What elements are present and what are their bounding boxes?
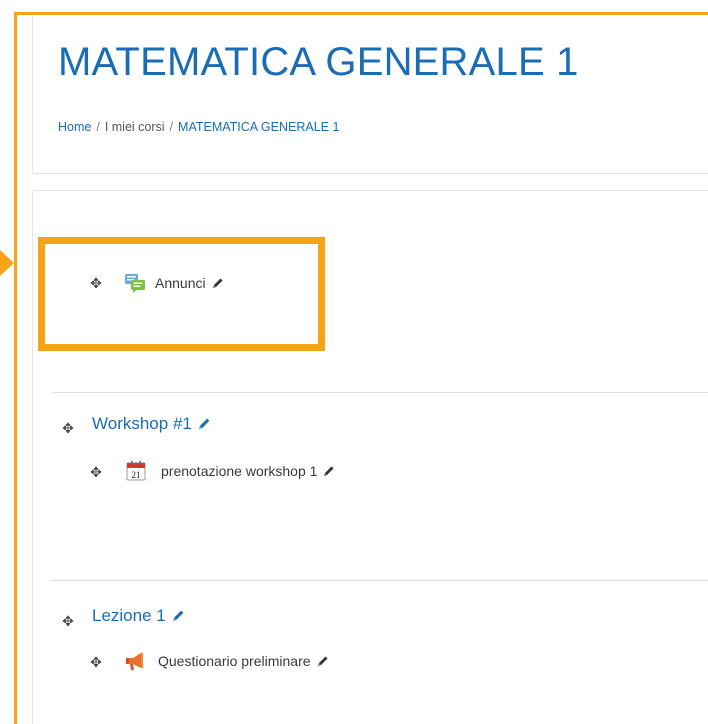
edit-pencil-icon[interactable]: [323, 465, 335, 477]
edit-pencil-icon[interactable]: [172, 609, 185, 622]
section-divider: [52, 580, 708, 581]
pointer-arrow: [0, 250, 14, 276]
calendar-icon: 21: [126, 461, 146, 481]
edit-pencil-icon[interactable]: [317, 655, 329, 667]
breadcrumb-separator: /: [169, 120, 174, 134]
highlight-frame-top: [14, 12, 708, 15]
activity-label: Questionario preliminare: [158, 653, 311, 669]
move-icon[interactable]: ✥: [61, 421, 75, 435]
move-icon[interactable]: ✥: [89, 465, 103, 479]
breadcrumb: Home / I miei corsi / MATEMATICA GENERALE 1: [58, 120, 339, 134]
move-icon[interactable]: ✥: [89, 276, 103, 290]
forum-icon: [125, 274, 145, 293]
breadcrumb-home[interactable]: Home: [58, 120, 91, 134]
move-icon[interactable]: ✥: [61, 614, 75, 628]
breadcrumb-my-courses[interactable]: I miei corsi: [105, 120, 165, 134]
highlight-frame-left: [14, 12, 17, 724]
activity-prenotazione[interactable]: prenotazione workshop 1: [161, 463, 335, 479]
activity-label: Annunci: [155, 275, 206, 291]
section-title-workshop-1[interactable]: Workshop #1: [92, 414, 211, 434]
edit-pencil-icon[interactable]: [198, 417, 211, 430]
section-title-lezione-1[interactable]: Lezione 1: [92, 606, 185, 626]
page-title: MATEMATICA GENERALE 1: [58, 40, 579, 84]
calendar-day: 21: [132, 470, 141, 480]
section-name: Lezione 1: [92, 606, 166, 625]
highlight-box: [38, 237, 325, 351]
activity-annunci[interactable]: Annunci: [155, 275, 224, 291]
section-divider: [52, 392, 708, 393]
section-name: Workshop #1: [92, 414, 192, 433]
activity-label: prenotazione workshop 1: [161, 463, 318, 479]
megaphone-icon: [126, 652, 143, 670]
breadcrumb-course[interactable]: MATEMATICA GENERALE 1: [178, 120, 339, 134]
edit-pencil-icon[interactable]: [212, 277, 224, 289]
move-icon[interactable]: ✥: [89, 655, 103, 669]
breadcrumb-separator: /: [96, 120, 100, 134]
activity-questionario[interactable]: Questionario preliminare: [158, 653, 329, 669]
